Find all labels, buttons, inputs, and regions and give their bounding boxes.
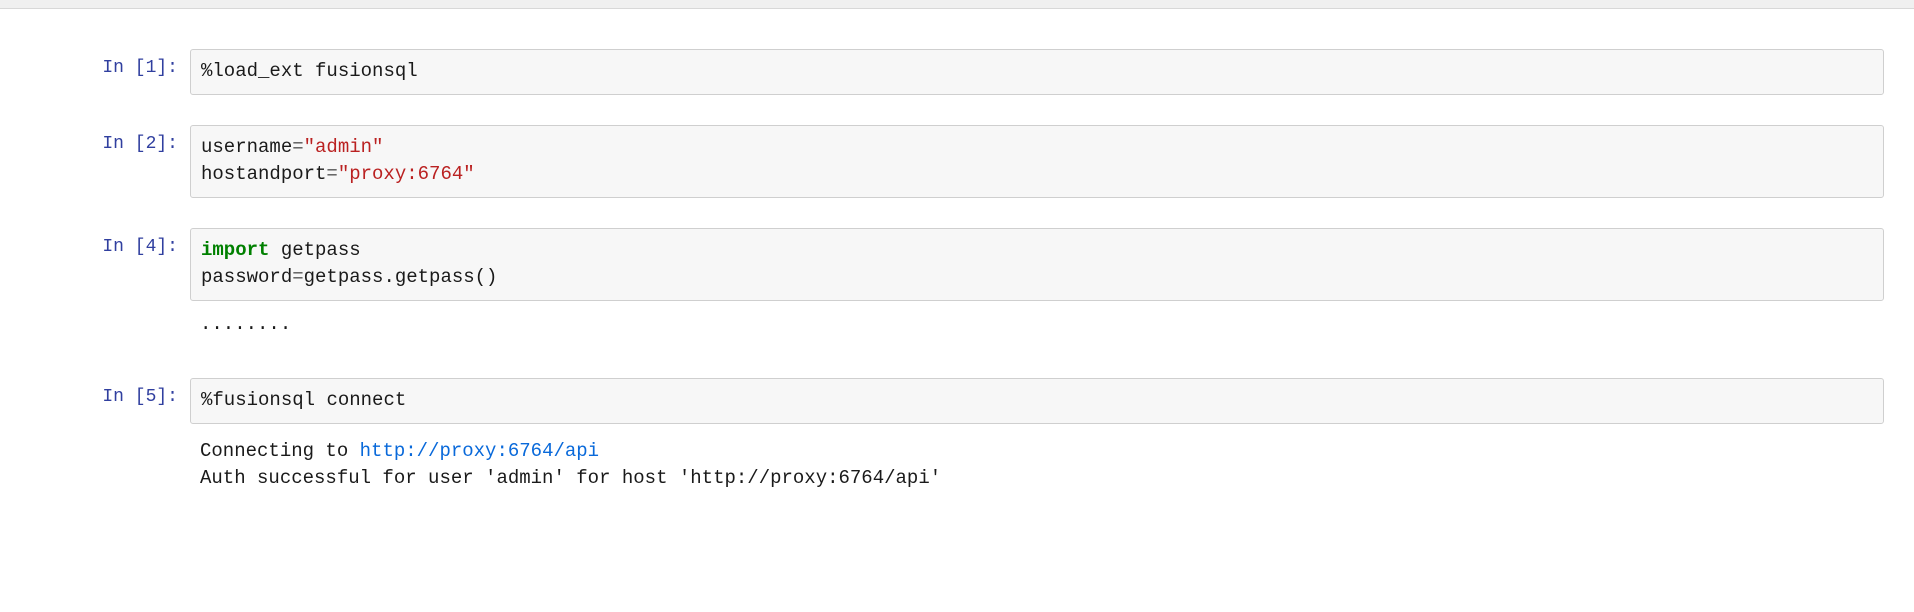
output-line-prefix: Connecting to (200, 440, 360, 462)
code-token-space (315, 389, 326, 411)
output-text: Connecting to http://proxy:6764/api Auth… (190, 432, 1884, 499)
code-token-keyword: import (201, 239, 269, 261)
code-input-area[interactable]: import getpass password=getpass.getpass(… (190, 228, 1884, 301)
output-cell: . Connecting to http://proxy:6764/api Au… (0, 432, 1914, 499)
code-cell[interactable]: In [1]: %load_ext fusionsql (0, 49, 1914, 95)
code-cell[interactable]: In [2]: username="admin" hostandport="pr… (0, 125, 1914, 198)
code-token-name: fusionsql (315, 60, 418, 82)
code-token-magic: %fusionsql (201, 389, 315, 411)
output-text: ········ (190, 309, 1884, 349)
code-token-op: = (292, 136, 303, 158)
notebook-container: In [1]: %load_ext fusionsql In [2]: user… (0, 9, 1914, 547)
code-token-name: connect (326, 389, 406, 411)
code-token-name: hostandport (201, 163, 326, 185)
code-token-magic: %load_ext (201, 60, 304, 82)
code-token-name: username (201, 136, 292, 158)
code-token-name: getpass.getpass() (304, 266, 498, 288)
window-top-bar (0, 0, 1914, 9)
code-input-area[interactable]: %load_ext fusionsql (190, 49, 1884, 95)
code-cell[interactable]: In [5]: %fusionsql connect (0, 378, 1914, 424)
code-token-string: "proxy:6764" (338, 163, 475, 185)
code-input-area[interactable]: username="admin" hostandport="proxy:6764… (190, 125, 1884, 198)
code-token-name: password (201, 266, 292, 288)
input-prompt: In [2]: (80, 125, 190, 154)
code-token-name: getpass (281, 239, 361, 261)
output-link[interactable]: http://proxy:6764/api (360, 440, 599, 462)
code-cell[interactable]: In [4]: import getpass password=getpass.… (0, 228, 1914, 301)
output-cell: . ········ (0, 309, 1914, 349)
code-token-space (269, 239, 280, 261)
code-token-op: = (326, 163, 337, 185)
input-prompt: In [5]: (80, 378, 190, 407)
output-line: Auth successful for user 'admin' for hos… (200, 467, 941, 489)
input-prompt: In [4]: (80, 228, 190, 257)
code-token-op: = (292, 266, 303, 288)
code-token-space (304, 60, 315, 82)
code-input-area[interactable]: %fusionsql connect (190, 378, 1884, 424)
input-prompt: In [1]: (80, 49, 190, 78)
code-token-string: "admin" (304, 136, 384, 158)
